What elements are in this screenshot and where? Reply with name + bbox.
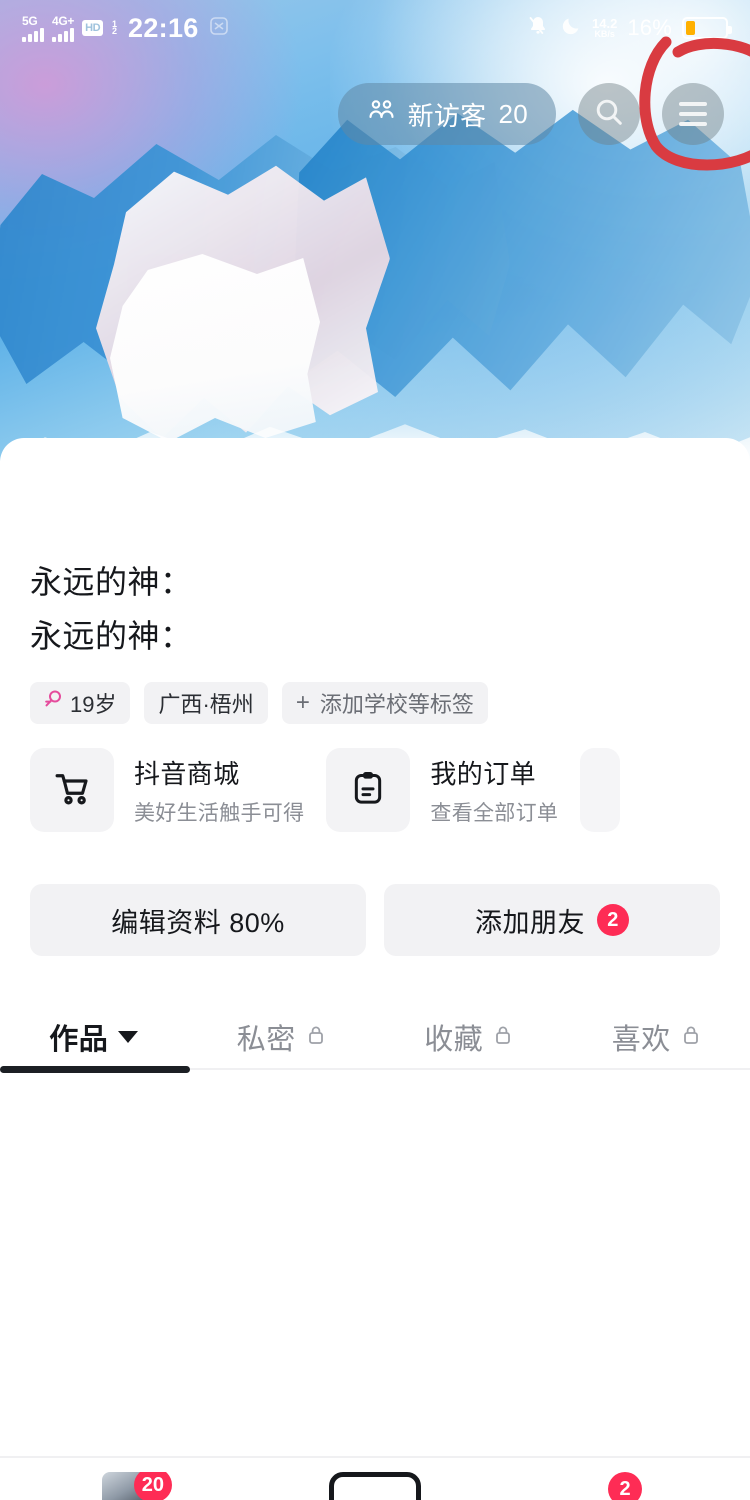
profile-tag-add-school-label: 添加学校等标签 bbox=[319, 692, 474, 717]
shopping-cart-icon bbox=[51, 767, 93, 814]
tab-collections[interactable]: 收藏 bbox=[375, 998, 563, 1076]
bottom-nav-create[interactable] bbox=[300, 1472, 450, 1500]
female-gender-icon bbox=[44, 689, 62, 717]
status-bar: 5G 4G+ HD 1 2 22:16 14.2 KB/s 16% bbox=[0, 0, 750, 56]
tab-private[interactable]: 私密 bbox=[188, 998, 376, 1076]
battery-icon bbox=[682, 17, 732, 39]
hd-sim-indicator: 1 2 bbox=[112, 20, 118, 36]
profile-tag-age-label: 19岁 bbox=[70, 692, 117, 717]
alarm-icon bbox=[207, 14, 231, 43]
status-bar-left: 5G 4G+ HD 1 2 22:16 bbox=[22, 13, 231, 44]
new-visitors-pill[interactable]: 新访客 20 bbox=[337, 83, 556, 145]
shop-card-orders-subtitle: 查看全部订单 bbox=[430, 801, 559, 825]
shop-card-mall[interactable]: 抖音商城 美好生活触手可得 bbox=[30, 748, 304, 832]
sim2-signal-bars-icon bbox=[52, 27, 74, 42]
cover-brush-stroke bbox=[0, 135, 510, 390]
people-icon bbox=[366, 98, 396, 131]
edit-profile-label: 编辑资料 80% bbox=[111, 907, 285, 938]
profile-cover-banner[interactable] bbox=[0, 0, 750, 470]
profile-tag-location-label: 广西·梧州 bbox=[158, 692, 254, 717]
clipboard-order-icon bbox=[348, 768, 388, 813]
shop-card-next-partial[interactable] bbox=[580, 748, 621, 832]
shop-card-mall-text: 抖音商城 美好生活触手可得 bbox=[134, 754, 304, 827]
shop-card-mall-subtitle: 美好生活触手可得 bbox=[134, 801, 305, 825]
bottom-navigation-bar: 20 2 bbox=[0, 1456, 750, 1500]
lock-icon bbox=[681, 1021, 701, 1054]
hd-voice-icon: HD bbox=[82, 20, 104, 36]
create-post-icon bbox=[329, 1472, 421, 1500]
bottom-nav-message[interactable]: 20 bbox=[50, 1472, 200, 1500]
cover-brush-stroke bbox=[96, 165, 390, 439]
bottom-nav-items: 20 2 bbox=[0, 1472, 750, 1500]
profile-badge: 2 bbox=[608, 1472, 642, 1500]
sim2-signal: 4G+ bbox=[52, 15, 74, 42]
mute-bell-icon bbox=[526, 14, 550, 43]
lock-icon bbox=[306, 1021, 326, 1054]
sim1-network-label: 5G bbox=[22, 13, 38, 28]
new-visitors-label: 新访客 bbox=[407, 100, 487, 131]
edit-profile-button[interactable]: 编辑资料 80% bbox=[30, 884, 366, 956]
tab-likes-label: 喜欢 bbox=[611, 1024, 671, 1056]
plus-icon: + bbox=[295, 689, 310, 716]
hamburger-menu-icon bbox=[679, 102, 707, 126]
profile-nickname-line2: 永远的神： bbox=[30, 618, 193, 654]
shop-card-orders[interactable]: 我的订单 查看全部订单 bbox=[326, 748, 558, 832]
clipboard-order-icon-wrapper bbox=[326, 748, 411, 832]
add-friends-badge: 2 bbox=[597, 904, 629, 936]
hd-sim-sub: 2 bbox=[112, 26, 118, 36]
profile-action-row: 编辑资料 80% 添加朋友 2 bbox=[0, 884, 750, 956]
active-tab-indicator bbox=[0, 1066, 190, 1073]
lock-icon bbox=[493, 1021, 513, 1054]
sim2-network-label: 4G+ bbox=[52, 13, 75, 28]
tab-works[interactable]: 作品 bbox=[0, 998, 188, 1076]
add-friends-button[interactable]: 添加朋友 2 bbox=[384, 884, 720, 956]
battery-percent-label: 16% bbox=[627, 15, 672, 40]
profile-tag-add-school[interactable]: + 添加学校等标签 bbox=[281, 682, 488, 724]
shop-card-mall-title: 抖音商城 bbox=[134, 758, 240, 789]
network-speed: 14.2 KB/s bbox=[592, 17, 617, 39]
status-bar-right: 14.2 KB/s 16% bbox=[526, 14, 732, 43]
tab-works-label: 作品 bbox=[49, 1024, 109, 1056]
new-visitors-count: 20 bbox=[498, 98, 528, 129]
sim1-signal: 5G bbox=[22, 15, 44, 42]
network-speed-unit: KB/s bbox=[594, 29, 615, 39]
cover-brush-stroke bbox=[110, 254, 320, 442]
add-friends-label: 添加朋友 bbox=[475, 907, 585, 938]
tab-collections-label: 收藏 bbox=[424, 1024, 484, 1056]
bottom-nav-profile[interactable]: 2 bbox=[550, 1472, 700, 1500]
moon-icon bbox=[560, 15, 582, 42]
message-badge: 20 bbox=[133, 1472, 172, 1500]
profile-tabs: 作品 私密 收藏 喜欢 bbox=[0, 998, 750, 1076]
shopping-cart-icon-wrapper bbox=[30, 748, 114, 832]
sim1-signal-bars-icon bbox=[22, 27, 44, 42]
tab-likes[interactable]: 喜欢 bbox=[563, 998, 750, 1076]
shop-card-orders-text: 我的订单 查看全部订单 bbox=[430, 754, 558, 827]
caret-down-icon bbox=[118, 1031, 139, 1043]
search-icon bbox=[593, 96, 625, 133]
profile-tag-age[interactable]: 19岁 bbox=[30, 682, 131, 724]
status-bar-clock: 22:16 bbox=[128, 12, 199, 43]
profile-nickname-line1: 永远的神： bbox=[30, 564, 193, 600]
search-button[interactable] bbox=[578, 83, 640, 145]
profile-tag-row: 19岁 广西·梧州 + 添加学校等标签 bbox=[30, 682, 720, 724]
profile-info-section: 永远的神： 永远的神： 19岁 广西·梧州 + 添加学校等标签 bbox=[0, 556, 750, 724]
works-grid-empty-area bbox=[0, 1076, 750, 1456]
shop-card-orders-title: 我的订单 bbox=[430, 758, 537, 789]
shop-card-next-icon-wrapper bbox=[580, 748, 621, 832]
tab-private-label: 私密 bbox=[236, 1024, 296, 1056]
phone-screen: 5G 4G+ HD 1 2 22:16 14.2 KB/s 16% 新访客 20… bbox=[0, 0, 750, 1500]
hamburger-menu-button[interactable] bbox=[662, 83, 724, 145]
shop-entry-row: 抖音商城 美好生活触手可得 我的订单 查看全部订单 bbox=[0, 748, 750, 832]
top-navigation-bar: 新访客 20 bbox=[0, 74, 750, 154]
profile-tag-location[interactable]: 广西·梧州 bbox=[144, 682, 268, 724]
